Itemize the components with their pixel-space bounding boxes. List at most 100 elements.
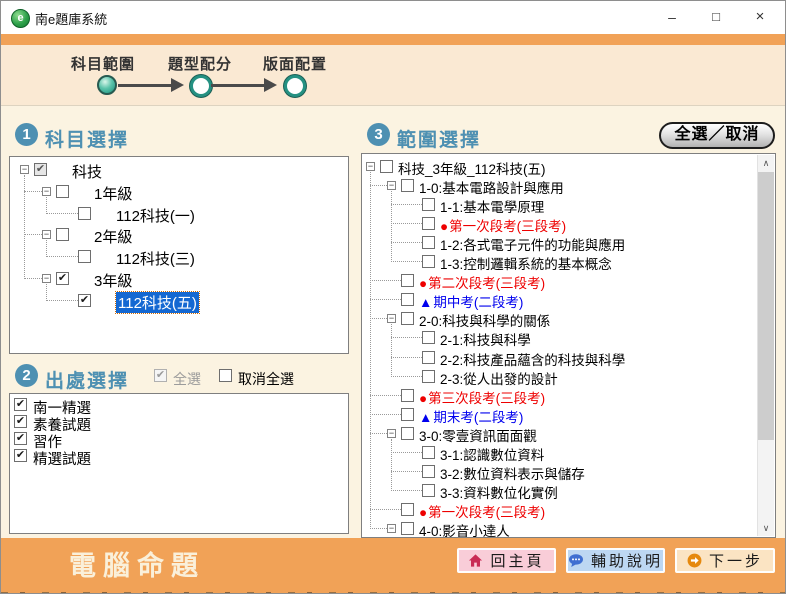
select-all-toggle-button[interactable]: 全選／取消 bbox=[659, 122, 775, 149]
maximize-button[interactable]: □ bbox=[699, 5, 733, 29]
node-label-wrap[interactable]: 3-0:零壹資訊面面觀 bbox=[419, 425, 537, 445]
tree-node[interactable]: 3-3:資料數位化實例 bbox=[362, 481, 775, 500]
tree-node[interactable]: ✔ 112科技(五) bbox=[10, 290, 348, 312]
tree-node[interactable]: 1-2:各式電子元件的功能與應用 bbox=[362, 233, 775, 252]
node-label-wrap[interactable]: ●第三次段考(三段考) bbox=[419, 387, 545, 407]
node-label-wrap[interactable]: 2-3:從人出發的設計 bbox=[440, 368, 558, 388]
source-checkbox[interactable]: ✔ bbox=[14, 415, 27, 428]
tree-node[interactable]: 2-3:從人出發的設計 bbox=[362, 367, 775, 386]
node-label-wrap[interactable]: 2-0:科技與科學的關係 bbox=[419, 310, 550, 330]
collapse-icon[interactable]: − bbox=[387, 429, 396, 438]
node-label-wrap[interactable]: 2-2:科技產品蘊含的科技與科學 bbox=[440, 349, 625, 369]
node-label-wrap[interactable]: 1年級 bbox=[94, 183, 132, 204]
node-checkbox[interactable] bbox=[422, 217, 435, 230]
node-checkbox[interactable] bbox=[401, 312, 414, 325]
node-label-wrap[interactable]: 2-1:科技與科學 bbox=[440, 329, 531, 349]
collapse-icon[interactable]: − bbox=[387, 314, 396, 323]
node-checkbox[interactable] bbox=[401, 408, 414, 421]
tree-node[interactable]: 112科技(三) bbox=[10, 246, 348, 268]
source-list-item[interactable]: ✔精選試題 bbox=[10, 448, 348, 465]
node-checkbox[interactable]: ✔ bbox=[56, 272, 69, 285]
node-label-wrap[interactable]: 2年級 bbox=[94, 226, 132, 247]
tree-node[interactable]: 112科技(一) bbox=[10, 203, 348, 225]
node-checkbox[interactable] bbox=[422, 446, 435, 459]
next-step-button[interactable]: 下一步 bbox=[675, 548, 775, 573]
node-checkbox[interactable] bbox=[78, 207, 91, 220]
node-label-wrap[interactable]: ▲期末考(二段考) bbox=[419, 406, 523, 426]
node-checkbox[interactable] bbox=[422, 351, 435, 364]
tree-node[interactable]: ▲期中考(二段考) bbox=[362, 290, 775, 309]
minimize-button[interactable]: – bbox=[655, 5, 689, 29]
node-checkbox[interactable] bbox=[56, 228, 69, 241]
source-list-item[interactable]: ✔習作 bbox=[10, 431, 348, 448]
tree-node[interactable]: ●第一次段考(三段考) bbox=[362, 214, 775, 233]
node-label-wrap[interactable]: ●第二次段考(三段考) bbox=[419, 272, 545, 292]
node-label-wrap[interactable]: 3年級 bbox=[94, 270, 132, 291]
node-label-wrap[interactable]: 3-3:資料數位化實例 bbox=[440, 482, 558, 502]
tree-node[interactable]: −✔ 3年級 bbox=[10, 268, 348, 290]
node-label-wrap[interactable]: 科技 bbox=[72, 161, 102, 182]
node-checkbox[interactable] bbox=[401, 293, 414, 306]
tree-node[interactable]: − 1年級 bbox=[10, 181, 348, 203]
node-checkbox[interactable] bbox=[422, 370, 435, 383]
node-label-wrap[interactable]: 科技_3年級_112科技(五) bbox=[398, 158, 546, 178]
tree-node[interactable]: 3-1:認識數位資料 bbox=[362, 443, 775, 462]
node-label-wrap[interactable]: ●第一次段考(三段考) bbox=[419, 501, 545, 521]
collapse-icon[interactable]: − bbox=[366, 162, 375, 171]
node-checkbox[interactable] bbox=[422, 484, 435, 497]
source-checkbox[interactable]: ✔ bbox=[14, 449, 27, 462]
tree-node[interactable]: 2-1:科技與科學 bbox=[362, 328, 775, 347]
tree-node[interactable]: −4-0:影音小達人 bbox=[362, 519, 775, 538]
node-checkbox[interactable] bbox=[401, 427, 414, 440]
source-list-item[interactable]: ✔南一精選 bbox=[10, 397, 348, 414]
node-checkbox[interactable]: ✔ bbox=[34, 163, 47, 176]
tree-node[interactable]: 1-1:基本電學原理 bbox=[362, 195, 775, 214]
node-label-wrap[interactable]: 3-1:認識數位資料 bbox=[440, 444, 544, 464]
tree-node[interactable]: ▲期末考(二段考) bbox=[362, 405, 775, 424]
collapse-icon[interactable]: − bbox=[387, 524, 396, 533]
node-checkbox[interactable] bbox=[422, 465, 435, 478]
node-checkbox[interactable] bbox=[401, 179, 414, 192]
node-label-wrap[interactable]: 112科技(五) bbox=[116, 292, 199, 313]
node-label-wrap[interactable]: 112科技(三) bbox=[116, 248, 195, 269]
collapse-icon[interactable]: − bbox=[42, 187, 51, 196]
collapse-icon[interactable]: − bbox=[20, 165, 29, 174]
tree-node[interactable]: − 2年級 bbox=[10, 224, 348, 246]
node-label-wrap[interactable]: 3-2:數位資料表示與儲存 bbox=[440, 463, 585, 483]
tree-node[interactable]: ●第二次段考(三段考) bbox=[362, 271, 775, 290]
node-checkbox[interactable] bbox=[422, 198, 435, 211]
close-button[interactable]: × bbox=[743, 5, 777, 29]
collapse-icon[interactable]: − bbox=[387, 181, 396, 190]
source-list-item[interactable]: ✔素養試題 bbox=[10, 414, 348, 431]
node-checkbox[interactable] bbox=[401, 503, 414, 516]
tree-node[interactable]: −✔ 科技 bbox=[10, 159, 348, 181]
tree-node[interactable]: 1-3:控制邏輯系統的基本概念 bbox=[362, 252, 775, 271]
source-checkbox[interactable]: ✔ bbox=[14, 398, 27, 411]
node-label-wrap[interactable]: 1-2:各式電子元件的功能與應用 bbox=[440, 234, 625, 254]
deselect-all-checkbox[interactable] bbox=[219, 369, 232, 382]
tree-node[interactable]: ●第三次段考(三段考) bbox=[362, 386, 775, 405]
collapse-icon[interactable]: − bbox=[42, 274, 51, 283]
tree-node[interactable]: ●第一次段考(三段考) bbox=[362, 500, 775, 519]
node-label-wrap[interactable]: 1-1:基本電學原理 bbox=[440, 196, 544, 216]
home-button[interactable]: 回主頁 bbox=[457, 548, 556, 573]
tree-node[interactable]: − 3-0:零壹資訊面面觀 bbox=[362, 424, 775, 443]
node-label-wrap[interactable]: ●第一次段考(三段考) bbox=[440, 215, 566, 235]
node-checkbox[interactable] bbox=[422, 236, 435, 249]
source-checkbox[interactable]: ✔ bbox=[14, 432, 27, 445]
tree-node[interactable]: 3-2:數位資料表示與儲存 bbox=[362, 462, 775, 481]
collapse-icon[interactable]: − bbox=[42, 230, 51, 239]
node-checkbox[interactable] bbox=[56, 185, 69, 198]
node-checkbox[interactable] bbox=[422, 255, 435, 268]
node-checkbox[interactable] bbox=[401, 274, 414, 287]
select-all-checkbox[interactable]: ✔ bbox=[154, 369, 167, 382]
node-label-wrap[interactable]: 1-0:基本電路設計與應用 bbox=[419, 177, 564, 197]
tree-node[interactable]: − 科技_3年級_112科技(五) bbox=[362, 157, 775, 176]
node-label-wrap[interactable]: 1-3:控制邏輯系統的基本概念 bbox=[440, 253, 612, 273]
node-checkbox[interactable]: ✔ bbox=[78, 294, 91, 307]
node-checkbox[interactable] bbox=[380, 160, 393, 173]
node-label-wrap[interactable]: ▲期中考(二段考) bbox=[419, 291, 523, 311]
node-checkbox[interactable] bbox=[78, 250, 91, 263]
tree-node[interactable]: − 2-0:科技與科學的關係 bbox=[362, 309, 775, 328]
tree-node[interactable]: − 1-0:基本電路設計與應用 bbox=[362, 176, 775, 195]
